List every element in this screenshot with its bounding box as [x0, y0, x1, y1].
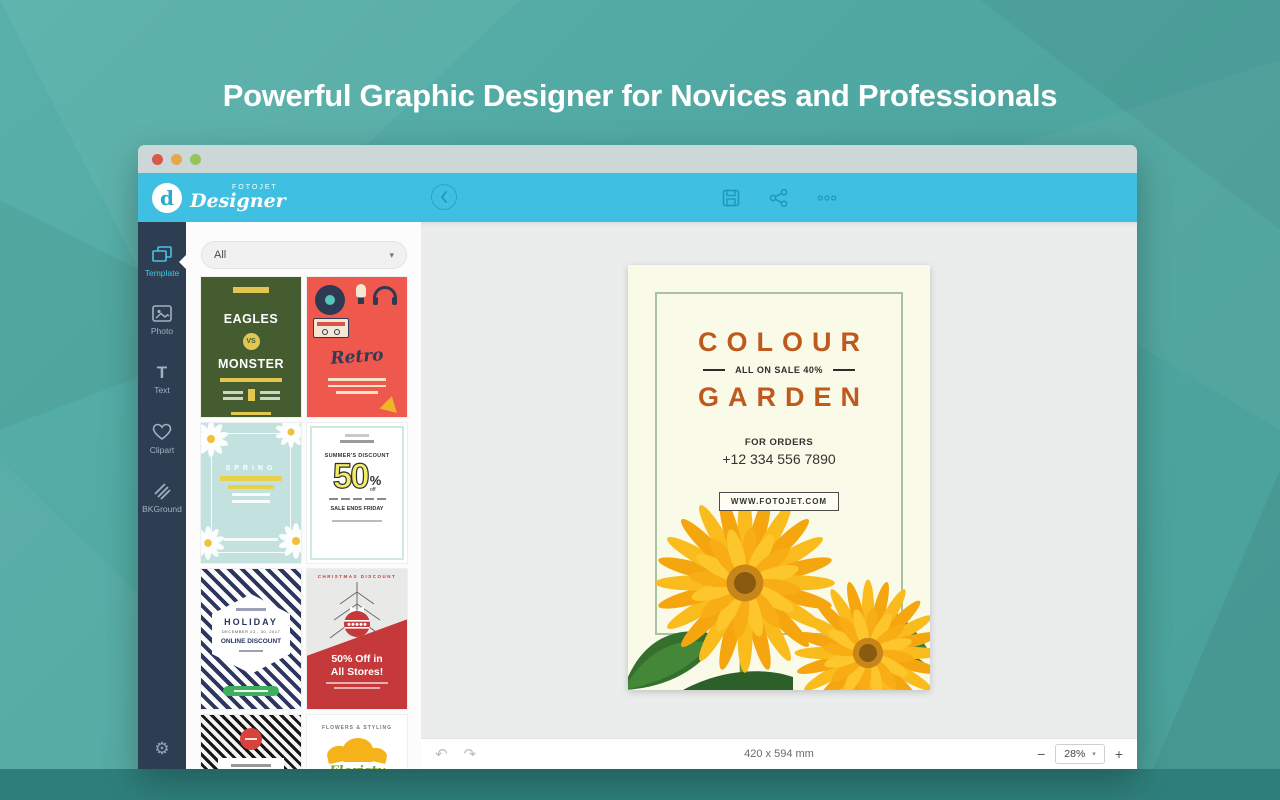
heart-icon [152, 423, 172, 441]
close-window-button[interactable] [152, 154, 163, 165]
canvas-column: COLOUR ALL ON SALE 40% GARDEN FOR ORDERS… [421, 222, 1137, 769]
sidebar-item-label: Template [145, 268, 180, 278]
text-icon: T [157, 364, 167, 381]
undo-button[interactable]: ↶ [435, 745, 448, 763]
sidebar-item-label: BKGround [142, 504, 182, 514]
template-text: Retro [307, 344, 407, 371]
redo-icon: ↷ [464, 746, 477, 763]
template-text: DECEMBER 22 - 30, 2017 [212, 629, 290, 634]
background-icon [153, 482, 172, 500]
template-card-christmas-discount[interactable]: CHRISTMAS DISCOUNT [307, 569, 407, 709]
cassette-icon [313, 318, 349, 338]
poster-title-top[interactable]: COLOUR [628, 327, 930, 358]
template-text: FLOWERS & STYLING [307, 725, 407, 731]
photo-icon [152, 305, 172, 322]
vinyl-record-icon [315, 285, 345, 315]
sidebar-item-label: Photo [151, 326, 173, 336]
template-card-retro[interactable]: Retro [307, 277, 407, 417]
zoom-level-value: 28% [1064, 748, 1085, 760]
titlebar [138, 145, 1137, 173]
canvas-dimensions: 420 x 594 mm [421, 748, 1137, 760]
dropdown-selected-value: All [214, 249, 226, 261]
sidebar-item-text[interactable]: T Text [138, 350, 186, 409]
page-title: Powerful Graphic Designer for Novices an… [0, 78, 1280, 114]
share-button[interactable] [769, 188, 789, 208]
redo-button[interactable]: ↷ [464, 745, 477, 763]
poster-website-box[interactable]: WWW.FOTOJET.COM [719, 492, 839, 511]
share-icon [769, 189, 789, 207]
sidebar-item-clipart[interactable]: Clipart [138, 409, 186, 468]
app-toolbar: d FOTOJET Designer [138, 173, 1137, 222]
design-canvas[interactable]: COLOUR ALL ON SALE 40% GARDEN FOR ORDERS… [421, 222, 1137, 738]
sidebar-item-template[interactable]: Template [138, 232, 186, 291]
template-text: MONSTER [201, 357, 301, 371]
zoom-out-button[interactable]: − [1037, 747, 1045, 761]
template-text: All Stores! [307, 666, 407, 679]
microphone-icon [356, 284, 366, 297]
headphones-icon [373, 286, 397, 299]
poster-orders-label[interactable]: FOR ORDERS [628, 437, 930, 448]
template-card-clearance[interactable] [201, 715, 301, 769]
zoom-window-button[interactable] [190, 154, 201, 165]
flower-illustration [307, 738, 407, 762]
template-text: CHRISTMAS DISCOUNT [307, 574, 407, 579]
minimize-window-button[interactable] [171, 154, 182, 165]
template-text: Floristy [307, 764, 407, 769]
zoom-level-dropdown[interactable]: 28% ▾ [1055, 744, 1105, 764]
template-text: VS [243, 333, 260, 350]
poster-artboard[interactable]: COLOUR ALL ON SALE 40% GARDEN FOR ORDERS… [628, 265, 930, 690]
template-text: SALE ENDS FRIDAY [307, 506, 407, 512]
template-text: 50 [333, 460, 368, 493]
fotojet-logo-icon: d [152, 183, 182, 213]
template-card-summer-discount[interactable]: SUMMER'S DISCOUNT 50 % off SALE ENDS FRI… [307, 423, 407, 563]
caret-down-icon: ▾ [1092, 750, 1096, 758]
template-grid: EAGLES VS MONSTER [201, 277, 407, 769]
gerbera-flowers-photo [628, 495, 930, 690]
settings-button[interactable]: ⚙ [138, 739, 186, 759]
sidebar-item-label: Clipart [150, 445, 175, 455]
sidebar-item-photo[interactable]: Photo [138, 291, 186, 350]
template-text: SPRING [201, 465, 301, 472]
poster-phone[interactable]: +12 334 556 7890 [628, 451, 930, 467]
template-category-dropdown[interactable]: All ▾ [201, 241, 407, 269]
sidebar-item-background[interactable]: BKGround [138, 468, 186, 527]
poster-title-bottom[interactable]: GARDEN [628, 382, 930, 413]
template-card-floristy[interactable]: FLOWERS & STYLING Floristy [307, 715, 407, 769]
ellipsis-icon [817, 194, 837, 202]
template-text: 50% Off in [307, 653, 407, 666]
sidebar: Template Photo T Text Clipart [138, 222, 186, 769]
app-window: d FOTOJET Designer [138, 145, 1137, 769]
status-bar: ↶ ↷ 420 x 594 mm − 28% ▾ + [421, 738, 1137, 769]
template-panel: All ▾ EAGLES VS MONSTER [186, 222, 421, 769]
template-text: HOLIDAY [212, 617, 290, 627]
undo-icon: ↶ [435, 746, 448, 763]
template-text: EAGLES [201, 312, 301, 326]
gear-icon: ⚙ [154, 739, 169, 758]
poster-sale-line[interactable]: ALL ON SALE 40% [735, 365, 823, 375]
chevron-down-icon: ▾ [389, 250, 394, 261]
template-text: % [370, 474, 382, 487]
save-button[interactable] [721, 188, 741, 208]
save-icon [722, 189, 740, 207]
template-icon [152, 246, 172, 264]
template-card-eagles-monster[interactable]: EAGLES VS MONSTER [201, 277, 301, 417]
sidebar-item-label: Text [154, 385, 170, 395]
zoom-in-button[interactable]: + [1115, 747, 1123, 761]
template-card-spring[interactable]: SPRING [201, 423, 301, 563]
brand-name-script: Designer [190, 192, 286, 211]
template-text: ONLINE DISCOUNT [212, 638, 290, 645]
brand-logo: d FOTOJET Designer [138, 183, 421, 213]
template-card-holiday[interactable]: HOLIDAY DECEMBER 22 - 30, 2017 ONLINE DI… [201, 569, 301, 709]
more-options-button[interactable] [817, 188, 837, 208]
